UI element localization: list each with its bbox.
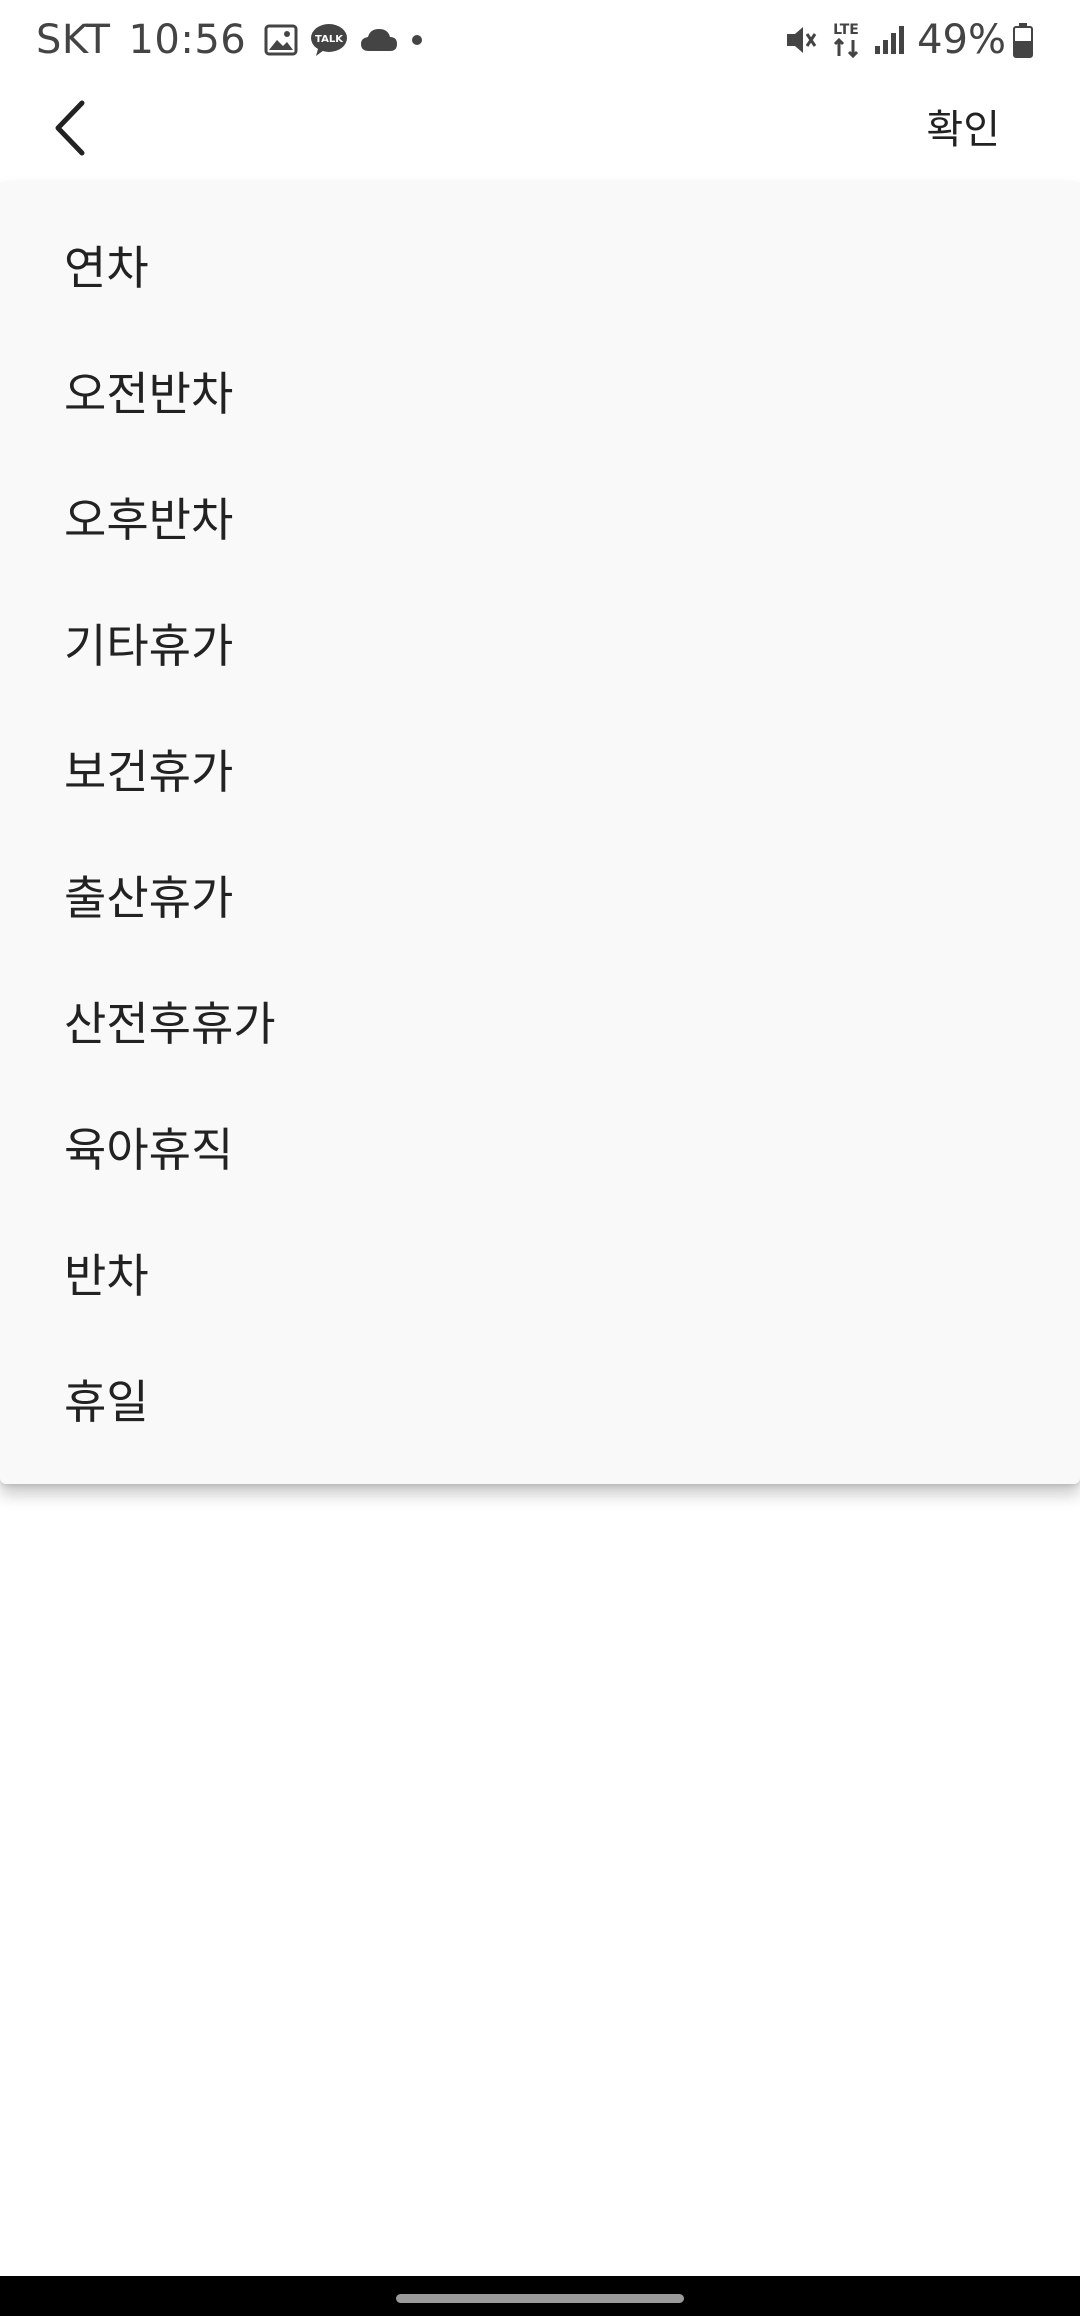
dropdown-option[interactable]: 반차 — [0, 1210, 1080, 1336]
lte-label: LTE — [833, 22, 859, 38]
carrier-label: SKT — [36, 17, 111, 63]
home-gesture-handle[interactable] — [396, 2294, 684, 2303]
vibrate-mute-icon — [783, 22, 819, 58]
screen: SKT 10:56 TALK LTE 49% 확인 연차 오전반차 오후반차 기… — [0, 0, 1080, 2316]
confirm-button[interactable]: 확인 — [926, 98, 1000, 162]
dropdown-option[interactable]: 육아휴직 — [0, 1084, 1080, 1210]
dropdown-option[interactable]: 산전후휴가 — [0, 958, 1080, 1084]
lte-data-icon: LTE — [829, 20, 863, 60]
battery-icon — [1012, 22, 1034, 58]
kakaotalk-icon: TALK — [310, 23, 348, 57]
dropdown-option[interactable]: 오후반차 — [0, 454, 1080, 580]
cloud-icon — [360, 27, 398, 53]
chevron-left-icon — [48, 99, 92, 161]
dropdown-option[interactable]: 연차 — [0, 202, 1080, 328]
status-bar: SKT 10:56 TALK LTE 49% — [0, 0, 1080, 80]
system-nav-bar — [0, 2276, 1080, 2316]
talk-badge-text: TALK — [315, 34, 344, 45]
dot-icon — [410, 33, 424, 47]
back-button[interactable] — [30, 92, 110, 168]
clock: 10:56 — [128, 17, 247, 63]
status-bar-left: SKT 10:56 TALK — [36, 17, 436, 63]
dropdown-option[interactable]: 오전반차 — [0, 328, 1080, 454]
leave-type-dropdown: 연차 오전반차 오후반차 기타휴가 보건휴가 출산휴가 산전후휴가 육아휴직 반… — [0, 182, 1080, 1484]
image-icon — [264, 24, 298, 56]
battery-percent: 49% — [917, 17, 1006, 63]
signal-icon — [873, 24, 907, 56]
dropdown-option[interactable]: 보건휴가 — [0, 706, 1080, 832]
app-bar: 확인 — [0, 80, 1080, 180]
status-bar-right: LTE 49% — [783, 17, 1044, 63]
dropdown-option[interactable]: 출산휴가 — [0, 832, 1080, 958]
dropdown-option[interactable]: 휴일 — [0, 1336, 1080, 1462]
dropdown-option[interactable]: 기타휴가 — [0, 580, 1080, 706]
